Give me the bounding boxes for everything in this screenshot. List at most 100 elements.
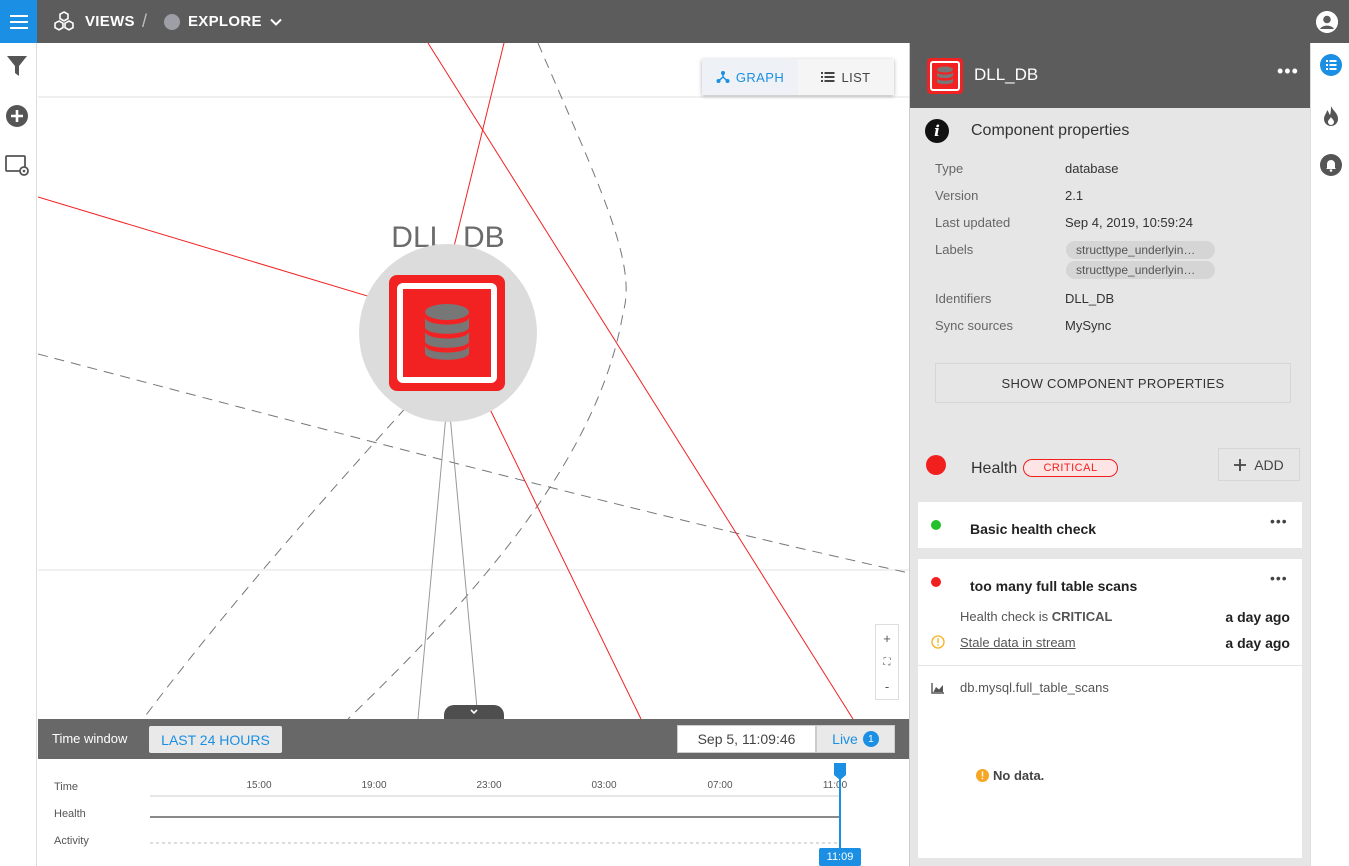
- health-check-status-dot: [931, 577, 941, 587]
- property-value: Sep 4, 2019, 10:59:24: [1065, 215, 1193, 230]
- menu-line: [9, 26, 28, 29]
- live-toggle-button[interactable]: Live 1: [816, 725, 895, 753]
- health-state-badge: CRITICAL: [1023, 459, 1118, 477]
- list-view-label: LIST: [841, 69, 871, 85]
- plus-icon: [1234, 458, 1247, 471]
- live-count-badge: 1: [862, 731, 879, 747]
- status-time: a day ago: [1225, 609, 1290, 625]
- database-icon: [937, 66, 953, 85]
- property-key: Identifiers: [935, 291, 992, 306]
- list-icon: [821, 72, 835, 82]
- graph-icon: [716, 71, 730, 83]
- health-check-status-dot: [931, 520, 941, 530]
- property-key: Last updated: [935, 215, 1011, 230]
- status-value: CRITICAL: [1051, 609, 1113, 624]
- label-chip: structtype_underlyin…: [1066, 261, 1215, 279]
- component-health-icon: [927, 58, 963, 94]
- property-value: 2.1: [1065, 188, 1084, 203]
- graph-edge-arrow: [38, 196, 385, 303]
- property-value: MySync: [1065, 318, 1112, 333]
- graph-view-button[interactable]: GRAPH: [702, 59, 798, 95]
- zoom-fit-button[interactable]: ⛶: [884, 657, 891, 668]
- left-toolbar: [0, 43, 37, 866]
- zoom-out-button[interactable]: -: [885, 679, 889, 694]
- add-circle-icon[interactable]: [5, 104, 29, 128]
- right-toolbar: [1310, 43, 1349, 866]
- more-options-button[interactable]: •••: [1270, 513, 1288, 529]
- more-options-button[interactable]: •••: [1270, 570, 1288, 586]
- component-properties-title: Component properties: [971, 122, 1130, 139]
- list-icon[interactable]: [1320, 54, 1342, 76]
- timeline-now-marker[interactable]: 11:09: [819, 848, 861, 866]
- warning-icon: [931, 635, 945, 649]
- property-key: Sync sources: [935, 318, 1014, 333]
- panel-header: DLL_DB •••: [910, 43, 1311, 108]
- stale-time: a day ago: [1225, 635, 1290, 651]
- property-value: database: [1065, 161, 1119, 176]
- graph-view-label: GRAPH: [735, 69, 785, 85]
- chevron-down-icon: [470, 709, 478, 715]
- database-node[interactable]: [358, 243, 538, 423]
- chevron-down-icon: [270, 18, 282, 26]
- property-key: Type: [935, 161, 964, 176]
- graph-edge-dashed: [142, 382, 429, 719]
- status-prefix: Health check is: [960, 609, 1052, 624]
- timeline[interactable]: Time Health Activity 15:00 19:00 23:00 0…: [38, 759, 909, 866]
- menu-line: [9, 14, 28, 17]
- current-time-field[interactable]: Sep 5, 11:09:46: [677, 725, 816, 753]
- explore-view-dot: [164, 13, 180, 30]
- cubes-icon: [54, 10, 74, 31]
- filter-icon[interactable]: [5, 54, 29, 78]
- topology-graph-canvas[interactable]: DLL_DB: [38, 43, 909, 719]
- health-status-dot: [926, 455, 946, 475]
- breadcrumb-views-label: VIEWS: [85, 13, 135, 30]
- property-key: Labels: [935, 242, 974, 257]
- more-options-button[interactable]: •••: [1277, 61, 1299, 82]
- breadcrumb-explore-dropdown[interactable]: EXPLORE: [164, 0, 283, 43]
- live-label: Live: [832, 731, 858, 747]
- time-window-label: Time window: [52, 731, 128, 746]
- breadcrumb-explore-label: EXPLORE: [188, 13, 262, 30]
- no-data-message: No data.: [976, 768, 1044, 783]
- time-window-bar: Time window LAST 24 HOURS Sep 5, 11:09:4…: [38, 719, 909, 759]
- graph-edge: [447, 392, 479, 719]
- add-label: ADD: [1254, 456, 1284, 473]
- health-check-status-text: Health check is CRITICAL: [960, 609, 1112, 624]
- panel-title: DLL_DB: [974, 65, 1039, 84]
- show-component-properties-button[interactable]: SHOW COMPONENT PROPERTIES: [935, 363, 1291, 403]
- menu-line: [9, 20, 28, 23]
- health-check-card: too many full table scans ••• Health che…: [918, 559, 1302, 858]
- property-key: Version: [935, 188, 979, 203]
- no-data-text: No data.: [993, 768, 1045, 783]
- component-detail-panel: DLL_DB ••• i Component properties Type d…: [909, 43, 1311, 866]
- breadcrumb-views[interactable]: VIEWS: [52, 0, 135, 43]
- graph-edge-arrow: [483, 396, 642, 719]
- health-check-name[interactable]: too many full table scans: [970, 578, 1137, 594]
- time-range-button[interactable]: LAST 24 HOURS: [149, 726, 282, 753]
- metric-chart-icon: [931, 683, 944, 694]
- label-chip: structtype_underlyin…: [1066, 241, 1215, 259]
- zoom-in-button[interactable]: +: [883, 631, 891, 646]
- view-settings-icon[interactable]: [5, 153, 29, 177]
- property-value: DLL_DB: [1065, 291, 1115, 306]
- add-health-check-button[interactable]: ADD: [1218, 448, 1300, 481]
- list-view-button[interactable]: LIST: [798, 59, 894, 95]
- view-toggle: GRAPH LIST: [702, 59, 894, 95]
- user-account-icon[interactable]: [1316, 11, 1338, 33]
- hamburger-menu-button[interactable]: [0, 0, 37, 43]
- stale-data-link[interactable]: Stale data in stream: [960, 635, 1076, 650]
- fire-icon[interactable]: [1320, 105, 1342, 127]
- health-check-name: Basic health check: [970, 521, 1097, 537]
- warning-icon: [976, 769, 989, 782]
- health-check-card[interactable]: Basic health check •••: [918, 502, 1302, 548]
- zoom-controls: + ⛶ -: [875, 624, 899, 700]
- divider: [918, 665, 1302, 666]
- metric-name: db.mysql.full_table_scans: [960, 680, 1109, 695]
- top-bar: VIEWS / EXPLORE: [0, 0, 1349, 43]
- health-title: Health: [971, 460, 1018, 477]
- bell-icon[interactable]: [1320, 154, 1342, 176]
- info-icon: i: [925, 119, 949, 143]
- breadcrumb-separator: /: [142, 11, 148, 31]
- timeline-tracks: [150, 763, 846, 851]
- graph-edge: [417, 392, 449, 719]
